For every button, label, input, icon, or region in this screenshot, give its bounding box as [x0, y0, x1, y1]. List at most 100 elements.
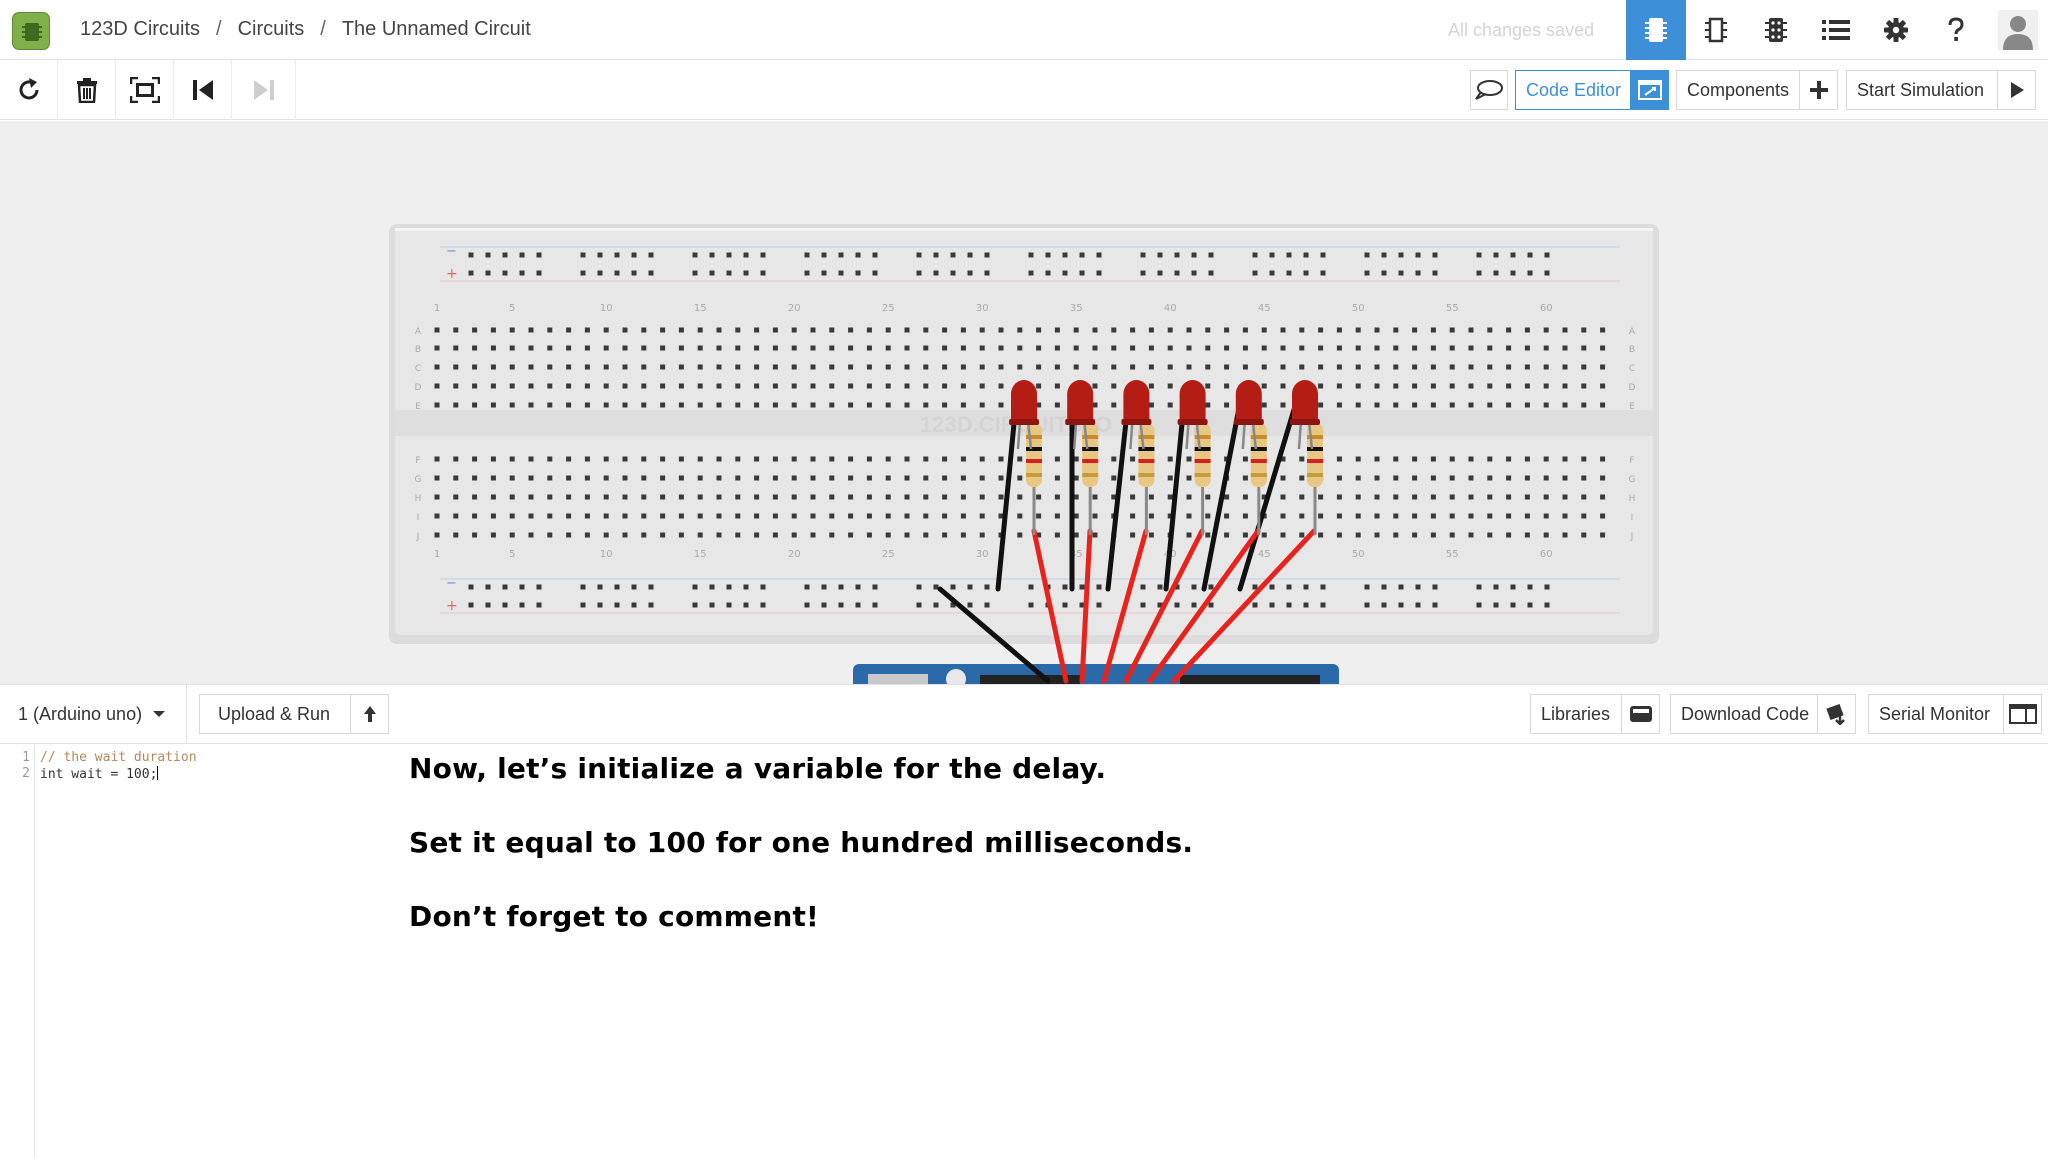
row-letter: H: [415, 494, 422, 504]
components-button[interactable]: Components: [1676, 70, 1838, 110]
plus-icon: [1799, 71, 1837, 109]
column-number: 10: [600, 549, 613, 560]
column-number: 15: [694, 303, 707, 314]
instruction-line-2: Set it equal to 100 for one hundred mill…: [409, 826, 1194, 859]
instruction-line-3: Don’t forget to comment!: [409, 900, 820, 933]
breadboard-view-button[interactable]: [1626, 0, 1686, 60]
libraries-label: Libraries: [1541, 703, 1611, 724]
annotation-button[interactable]: [1470, 70, 1508, 110]
delete-button[interactable]: [58, 60, 116, 120]
row-letter: F: [1629, 456, 1634, 466]
schematic-view-icon: [1705, 17, 1727, 43]
row-letter: F: [415, 456, 420, 466]
step-forward-button: [232, 60, 296, 120]
column-number: 20: [788, 303, 801, 314]
row-letter: J: [416, 532, 420, 542]
pcb-view-button[interactable]: [1746, 0, 1806, 60]
download-code-label: Download Code: [1681, 703, 1810, 724]
step-back-button[interactable]: [174, 60, 232, 120]
column-number: 20: [788, 549, 801, 560]
step-forward-icon: [253, 80, 274, 100]
pcb-view-icon: [1765, 18, 1787, 42]
breadcrumb: 123D Circuits / Circuits / The Unnamed C…: [80, 18, 531, 41]
column-number: 60: [1540, 549, 1553, 560]
line-number-gutter: 1 2: [0, 745, 35, 1158]
breadcrumb-separator: /: [216, 18, 222, 40]
column-number: 25: [882, 549, 895, 560]
instruction-line-1: Now, let’s initialize a variable for the…: [409, 752, 1107, 785]
help-icon: [1948, 17, 1964, 41]
column-number: 35: [1070, 303, 1083, 314]
column-number: 25: [882, 303, 895, 314]
rail-plus-top: +: [446, 266, 458, 282]
speech-bubble-icon: [1475, 80, 1503, 100]
row-letter: G: [1629, 475, 1636, 485]
fit-to-screen-button[interactable]: [116, 60, 174, 120]
download-code-icon: [1817, 695, 1855, 733]
start-simulation-button[interactable]: Start Simulation: [1846, 70, 2036, 110]
row-letter: C: [1629, 364, 1635, 374]
row-letter: B: [1629, 345, 1635, 355]
row-letter: E: [415, 402, 421, 412]
column-number: 1: [434, 303, 440, 314]
settings-button[interactable]: [1866, 0, 1926, 60]
toolbar: Code Editor Components Start Simulation: [0, 60, 2048, 120]
row-letter: D: [1629, 383, 1636, 393]
breadcrumb-home[interactable]: 123D Circuits: [80, 18, 200, 41]
breadboard-view-icon: [1645, 18, 1667, 42]
column-number: 5: [509, 549, 515, 560]
rotate-icon: [19, 78, 38, 100]
schematic-view-button[interactable]: [1686, 0, 1746, 60]
board-select-value: 1 (Arduino uno): [18, 703, 143, 724]
row-letter: A: [1629, 327, 1636, 337]
column-number: 60: [1540, 303, 1553, 314]
help-button[interactable]: [1926, 0, 1986, 60]
upload-run-button[interactable]: Upload & Run: [199, 694, 389, 734]
rail-minus-top: −: [446, 244, 457, 259]
top-bar: 123D Circuits / Circuits / The Unnamed C…: [0, 0, 2048, 60]
breadboard-svg: 123D.CIRCUITS.IO 15101520253035404550556…: [389, 224, 1659, 684]
code-line-1[interactable]: // the wait duration: [40, 750, 197, 765]
row-letter: D: [415, 383, 422, 393]
column-number: 40: [1164, 303, 1177, 314]
upload-arrow-icon: [350, 695, 388, 733]
breadcrumb-circuit-name[interactable]: The Unnamed Circuit: [342, 18, 531, 41]
settings-icon: [1884, 18, 1908, 42]
text-cursor: [157, 766, 159, 780]
code-editor-icon: [1630, 71, 1668, 109]
rotate-button[interactable]: [0, 60, 58, 120]
step-back-icon: [192, 80, 213, 100]
code-line-2[interactable]: int wait = 100;: [40, 766, 159, 782]
libraries-button[interactable]: Libraries: [1530, 694, 1660, 734]
row-letter: I: [417, 513, 420, 523]
column-number: 10: [600, 303, 613, 314]
serial-monitor-icon: [2003, 695, 2041, 733]
column-number: 30: [976, 549, 989, 560]
line-number: 1: [22, 750, 30, 765]
user-avatar-button[interactable]: [1988, 0, 2048, 60]
breadcrumb-circuits[interactable]: Circuits: [238, 18, 305, 41]
component-list-icon: [1822, 20, 1850, 40]
row-letter: A: [415, 327, 422, 337]
code-editor[interactable]: 1 2 // the wait duration int wait = 100;…: [0, 745, 2048, 1158]
row-letter: C: [415, 364, 421, 374]
download-code-button[interactable]: Download Code: [1670, 694, 1856, 734]
serial-monitor-label: Serial Monitor: [1879, 703, 1991, 724]
row-letter: J: [1630, 532, 1634, 542]
app-logo-icon[interactable]: [12, 12, 50, 50]
code-editor-label: Code Editor: [1526, 79, 1622, 100]
code-editor-button[interactable]: Code Editor: [1515, 70, 1669, 110]
components-label: Components: [1687, 79, 1790, 100]
row-letter: H: [1629, 494, 1636, 504]
serial-monitor-button[interactable]: Serial Monitor: [1868, 694, 2042, 734]
column-number: 15: [694, 549, 707, 560]
circuit-canvas[interactable]: 123D.CIRCUITS.IO 15101520253035404550556…: [0, 121, 2048, 684]
column-number: 55: [1446, 303, 1459, 314]
column-number: 5: [509, 303, 515, 314]
board-select[interactable]: 1 (Arduino uno): [0, 685, 187, 743]
column-number: 50: [1352, 549, 1365, 560]
play-icon: [1997, 71, 2035, 109]
component-list-button[interactable]: [1806, 0, 1866, 60]
user-avatar-icon: [1998, 10, 2038, 50]
column-number: 1: [434, 549, 440, 560]
